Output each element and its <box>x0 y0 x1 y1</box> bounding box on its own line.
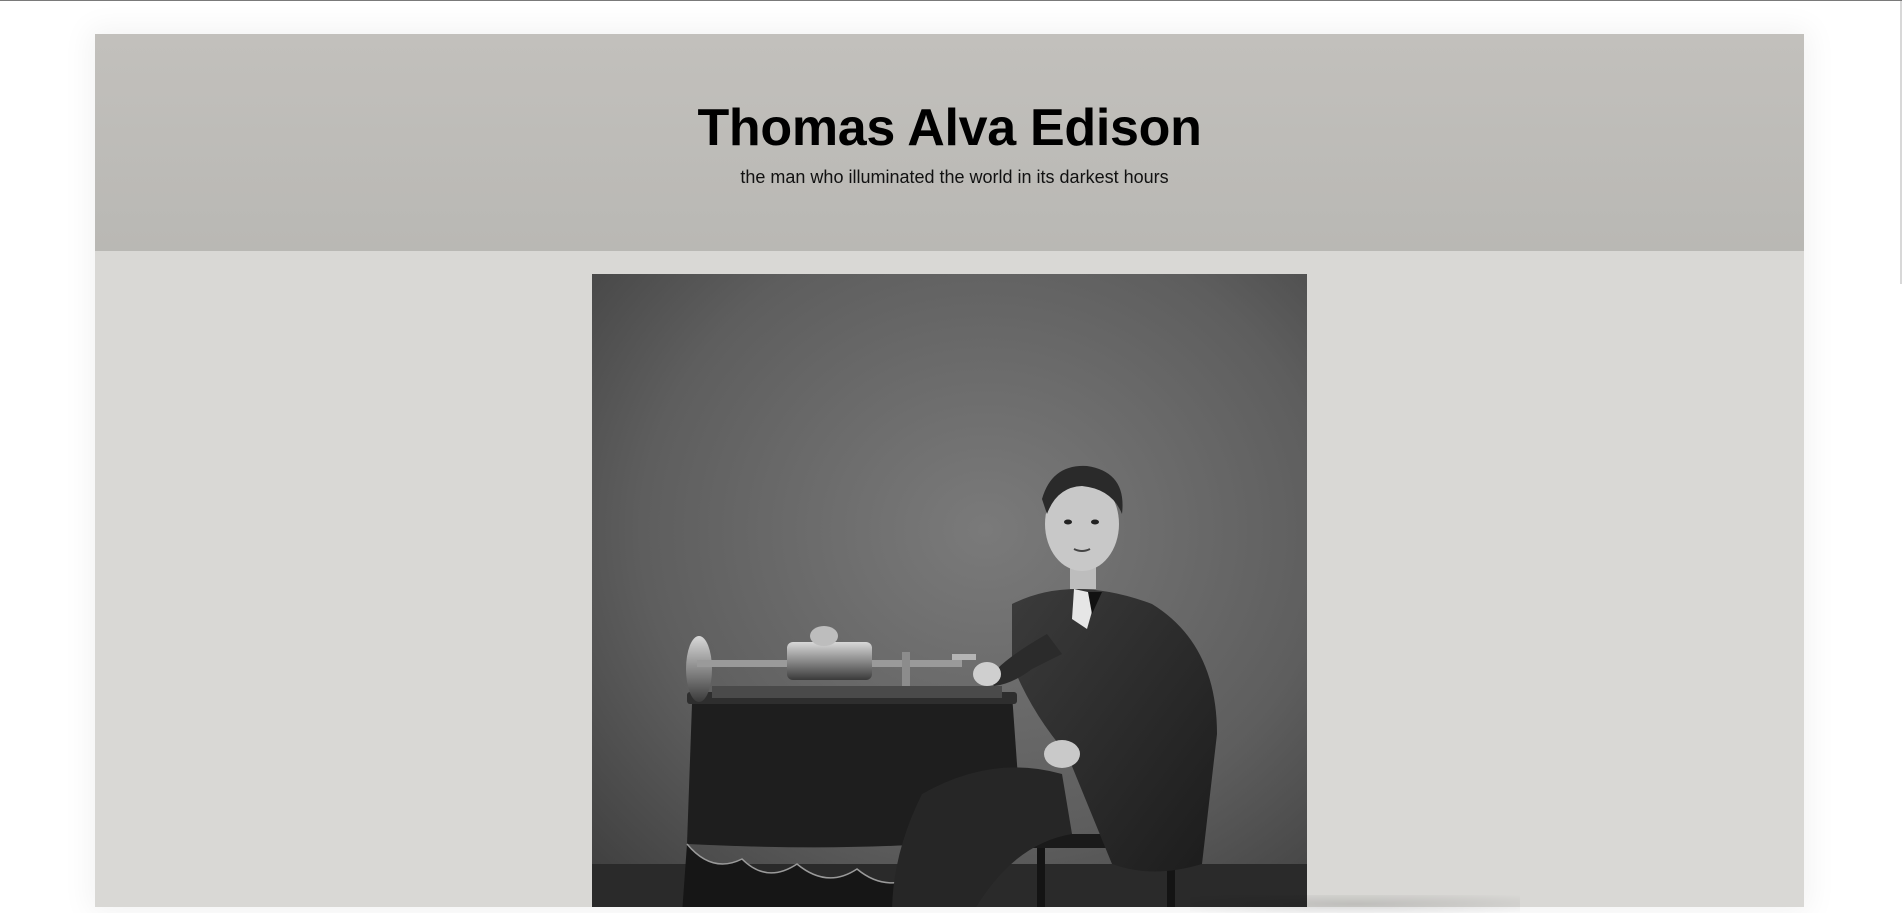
header: Thomas Alva Edison the man who illuminat… <box>95 34 1804 251</box>
browser-top-border <box>0 0 1902 1</box>
page-title: Thomas Alva Edison <box>697 99 1202 157</box>
page-subtitle: the man who illuminated the world in its… <box>740 167 1169 187</box>
edison-photo <box>592 274 1307 907</box>
photograph-illustration <box>592 274 1307 907</box>
tribute-page: Thomas Alva Edison the man who illuminat… <box>95 34 1804 907</box>
caption-shadow <box>1190 895 1520 913</box>
